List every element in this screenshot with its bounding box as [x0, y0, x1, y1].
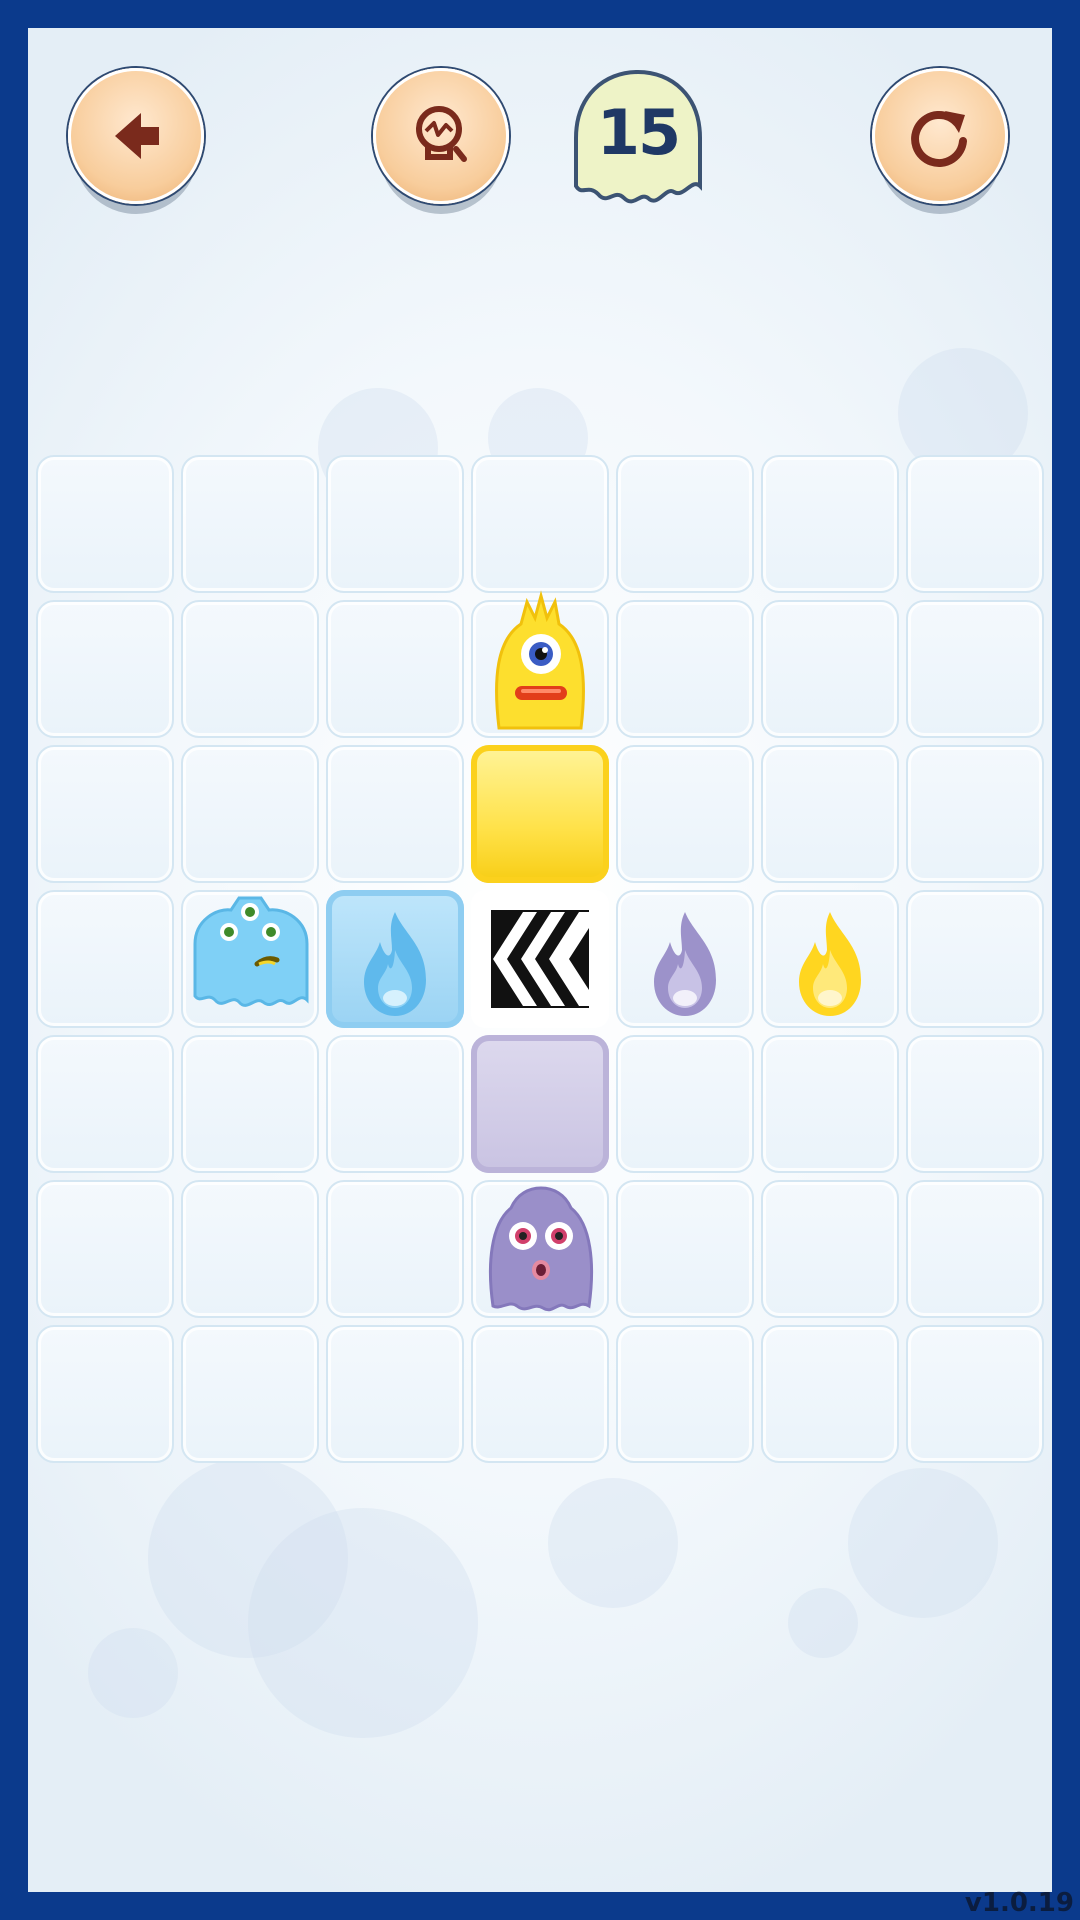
- board-cell[interactable]: [616, 1180, 754, 1318]
- board-cell[interactable]: [36, 1035, 174, 1173]
- arrow-conveyor-left[interactable]: [471, 890, 609, 1028]
- board-cell[interactable]: [326, 455, 464, 593]
- yellow-flame[interactable]: [761, 890, 899, 1028]
- board-cell[interactable]: [906, 600, 1044, 738]
- game-board: [36, 455, 1044, 1463]
- back-arrow-icon: [115, 113, 159, 159]
- board-cell[interactable]: [181, 455, 319, 593]
- board-cell[interactable]: [906, 890, 1044, 1028]
- moves-left-count: 15: [596, 96, 681, 169]
- board-cell[interactable]: [181, 1325, 319, 1463]
- board-cell[interactable]: [326, 745, 464, 883]
- restart-button[interactable]: [872, 68, 1008, 204]
- board-cell[interactable]: [326, 1035, 464, 1173]
- board-cell[interactable]: [906, 1180, 1044, 1318]
- board-cell[interactable]: [36, 890, 174, 1028]
- yellow-block[interactable]: [471, 745, 609, 883]
- board-cell[interactable]: [761, 1180, 899, 1318]
- purple-flame[interactable]: [616, 890, 754, 1028]
- board-cell[interactable]: [36, 1180, 174, 1318]
- lightbulb-icon: [416, 106, 467, 162]
- board-cell[interactable]: [761, 745, 899, 883]
- board-cell[interactable]: [761, 600, 899, 738]
- board-cell[interactable]: [36, 1325, 174, 1463]
- back-button[interactable]: [68, 68, 204, 204]
- board-cell[interactable]: [36, 600, 174, 738]
- blue-flame-block[interactable]: [326, 890, 464, 1028]
- board-cell[interactable]: [181, 1035, 319, 1173]
- board-cell[interactable]: [326, 600, 464, 738]
- board-cell[interactable]: [616, 1325, 754, 1463]
- board-cell[interactable]: [906, 1325, 1044, 1463]
- hint-button[interactable]: [373, 68, 509, 204]
- purple-monster[interactable]: [471, 1180, 609, 1318]
- board-cell[interactable]: [616, 600, 754, 738]
- board-cell[interactable]: [181, 600, 319, 738]
- moves-counter: 15: [568, 68, 708, 210]
- version-label: v1.0.19: [964, 1888, 1074, 1918]
- board-cell[interactable]: [326, 1325, 464, 1463]
- board-cell[interactable]: [36, 455, 174, 593]
- board-cell[interactable]: [761, 1325, 899, 1463]
- blue-monster[interactable]: [181, 890, 319, 1028]
- board-cell[interactable]: [36, 745, 174, 883]
- board-cell[interactable]: [616, 1035, 754, 1173]
- restart-icon: [911, 110, 967, 167]
- board-cell[interactable]: [326, 1180, 464, 1318]
- board-cell[interactable]: [181, 745, 319, 883]
- board-cell[interactable]: [906, 1035, 1044, 1173]
- board-cell[interactable]: [906, 455, 1044, 593]
- yellow-monster[interactable]: [471, 590, 609, 738]
- board-cell[interactable]: [181, 1180, 319, 1318]
- board-cell[interactable]: [471, 1325, 609, 1463]
- board-cell[interactable]: [906, 745, 1044, 883]
- board-cell[interactable]: [471, 455, 609, 593]
- board-cell[interactable]: [616, 745, 754, 883]
- board-cell[interactable]: [761, 1035, 899, 1173]
- board-cell[interactable]: [761, 455, 899, 593]
- purple-block[interactable]: [471, 1035, 609, 1173]
- board-cell[interactable]: [616, 455, 754, 593]
